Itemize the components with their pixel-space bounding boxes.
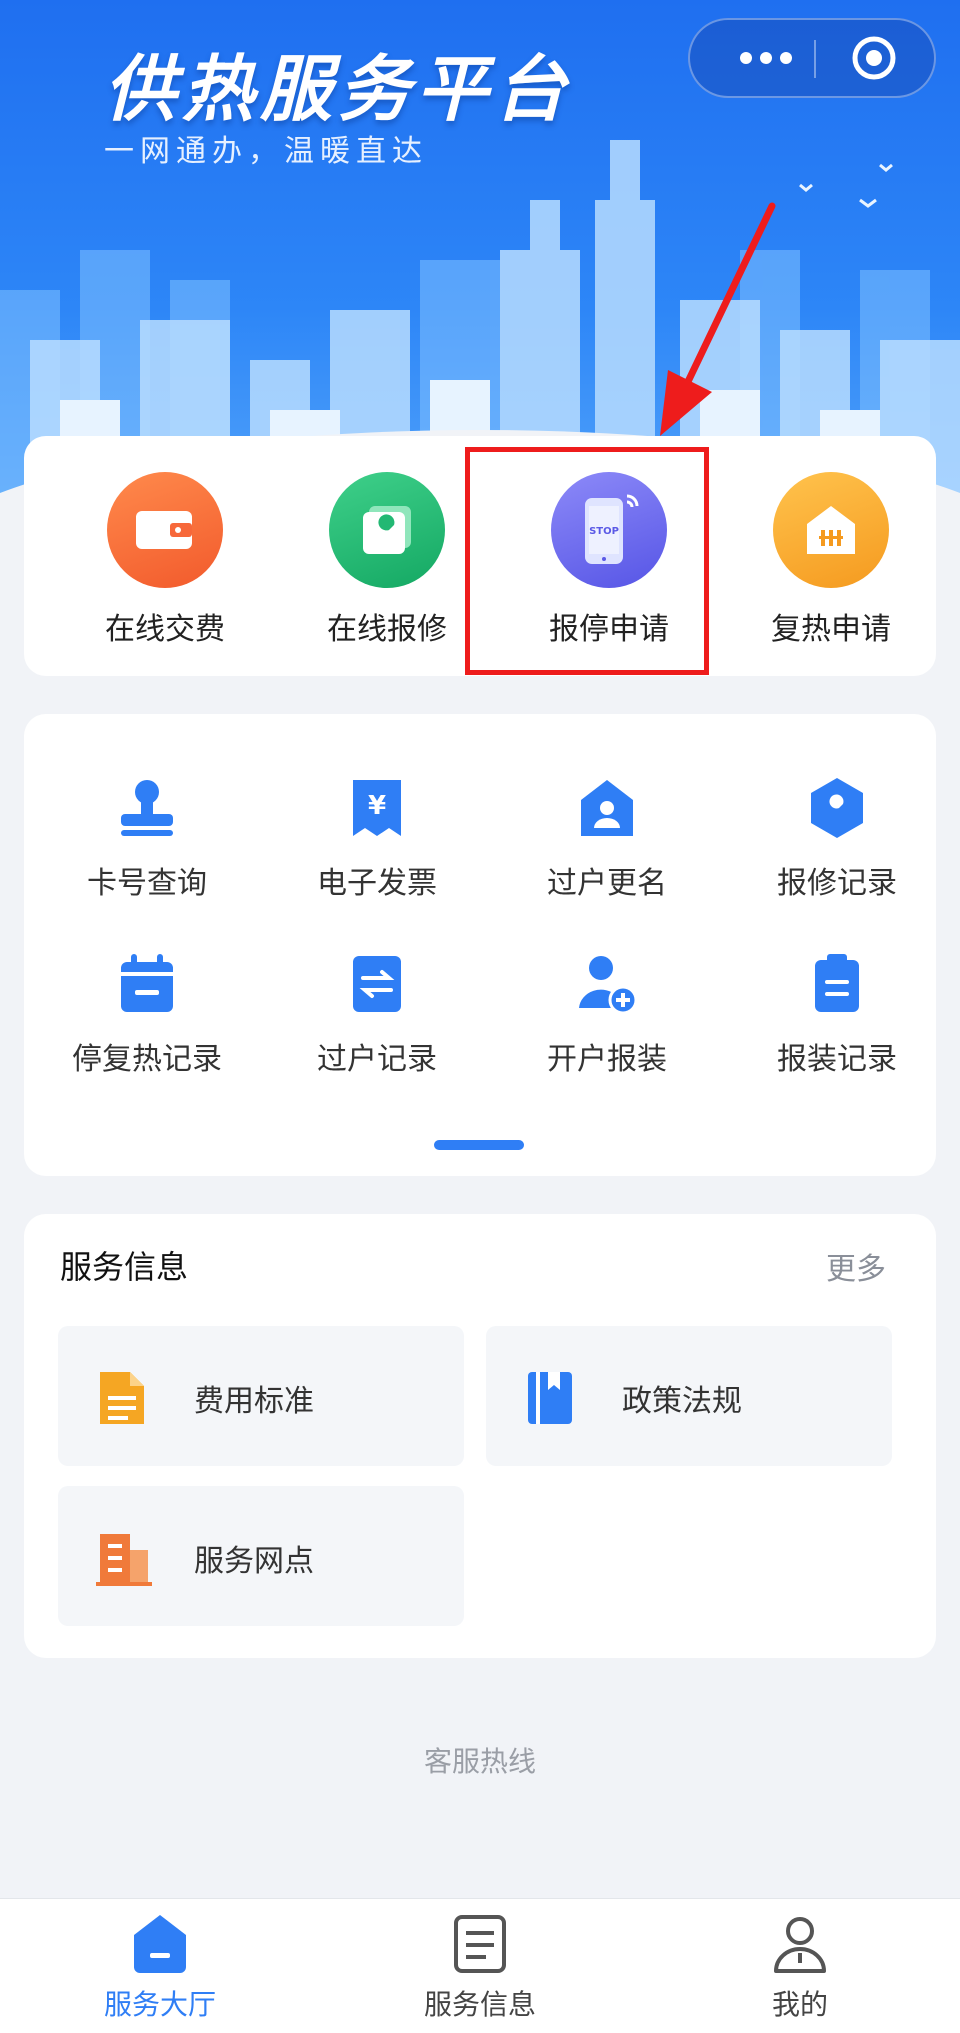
hall-icon bbox=[134, 1915, 186, 1973]
tab-label: 服务大厅 bbox=[103, 1988, 216, 2021]
service-label: 卡号查询 bbox=[87, 866, 207, 901]
add-user-icon bbox=[579, 956, 638, 1015]
tab-label: 我的 bbox=[771, 1988, 828, 2021]
service-stop-resume-records[interactable]: 停复热记录 bbox=[32, 952, 262, 1082]
more-dots-icon[interactable] bbox=[726, 20, 806, 96]
quick-action-online-payment[interactable]: 在线交费 bbox=[60, 472, 270, 652]
quick-action-online-repair[interactable]: 在线报修 bbox=[282, 472, 492, 652]
yuan-receipt-icon: ¥ bbox=[353, 780, 401, 836]
highlight-box bbox=[465, 447, 709, 675]
wrench-icon bbox=[329, 472, 445, 588]
service-label: 开户报装 bbox=[547, 1042, 667, 1077]
target-icon[interactable] bbox=[850, 34, 898, 82]
service-info-card: 服务信息 更多 费用标准 政策法规 服务网点 bbox=[24, 1214, 936, 1658]
service-installation-records[interactable]: 报装记录 bbox=[722, 952, 952, 1082]
service-open-account[interactable]: 开户报装 bbox=[492, 952, 722, 1082]
service-label: 停复热记录 bbox=[72, 1042, 222, 1077]
capsule-divider bbox=[814, 40, 816, 78]
svg-text:¥: ¥ bbox=[368, 791, 386, 821]
service-repair-records[interactable]: 报修记录 bbox=[722, 776, 952, 906]
clipboard-icon bbox=[815, 954, 859, 1012]
tab-service-info[interactable]: 服务信息 bbox=[380, 1913, 580, 2023]
service-card-number-query[interactable]: 卡号查询 bbox=[32, 776, 262, 906]
app-subtitle: 一网通办，温暖直达 bbox=[104, 134, 428, 169]
tile-label: 费用标准 bbox=[194, 1384, 314, 1419]
red-arrow-annotation bbox=[660, 202, 776, 436]
tile-label: 政策法规 bbox=[622, 1384, 742, 1419]
list-doc-icon bbox=[454, 1915, 506, 1973]
transfer-doc-icon bbox=[353, 956, 401, 1012]
section-title: 服务信息 bbox=[60, 1248, 189, 1286]
book-icon bbox=[528, 1372, 572, 1424]
tile-policies-regulations[interactable]: 政策法规 bbox=[486, 1326, 892, 1466]
house-user-icon bbox=[581, 780, 633, 836]
mini-program-capsule bbox=[688, 18, 936, 98]
service-label: 电子发票 bbox=[317, 866, 437, 901]
wallet-icon bbox=[107, 472, 223, 588]
tab-label: 服务信息 bbox=[423, 1988, 536, 2021]
services-grid-card: 卡号查询 ¥ 电子发票 过户更名 报修记录 停复热记录 过户记录 开户报装 报装… bbox=[24, 714, 936, 1176]
document-icon bbox=[100, 1372, 144, 1424]
building-icon bbox=[96, 1534, 152, 1586]
service-label: 报修记录 bbox=[777, 866, 897, 901]
app-title: 供热服务平台 bbox=[104, 47, 573, 131]
bottom-tab-bar: 服务大厅 服务信息 我的 bbox=[0, 1898, 960, 2033]
person-icon bbox=[774, 1917, 826, 1973]
quick-action-label: 复热申请 bbox=[771, 612, 891, 647]
quick-action-label: 在线交费 bbox=[105, 612, 225, 647]
stamp-icon bbox=[121, 780, 173, 836]
quick-action-resume-heating-request[interactable]: 复热申请 bbox=[726, 472, 936, 652]
tab-service-hall[interactable]: 服务大厅 bbox=[60, 1913, 260, 2023]
customer-service-hotline[interactable]: 客服热线 bbox=[0, 1740, 960, 1780]
page-indicator bbox=[434, 1140, 524, 1150]
tile-label: 服务网点 bbox=[194, 1544, 314, 1579]
quick-action-label: 在线报修 bbox=[327, 612, 447, 647]
tile-fee-standards[interactable]: 费用标准 bbox=[58, 1326, 464, 1466]
wrench-hex-icon bbox=[811, 778, 863, 838]
more-link[interactable]: 更多 bbox=[826, 1244, 886, 1288]
heater-house-icon bbox=[773, 472, 889, 588]
service-label: 报装记录 bbox=[777, 1042, 897, 1077]
service-transfer-records[interactable]: 过户记录 bbox=[262, 952, 492, 1082]
service-ownership-transfer[interactable]: 过户更名 bbox=[492, 776, 722, 906]
tab-mine[interactable]: 我的 bbox=[700, 1913, 900, 2023]
tile-service-outlets[interactable]: 服务网点 bbox=[58, 1486, 464, 1626]
service-e-invoice[interactable]: ¥ 电子发票 bbox=[262, 776, 492, 906]
calendar-icon bbox=[121, 954, 173, 1012]
service-label: 过户更名 bbox=[547, 866, 667, 901]
service-label: 过户记录 bbox=[317, 1042, 437, 1077]
